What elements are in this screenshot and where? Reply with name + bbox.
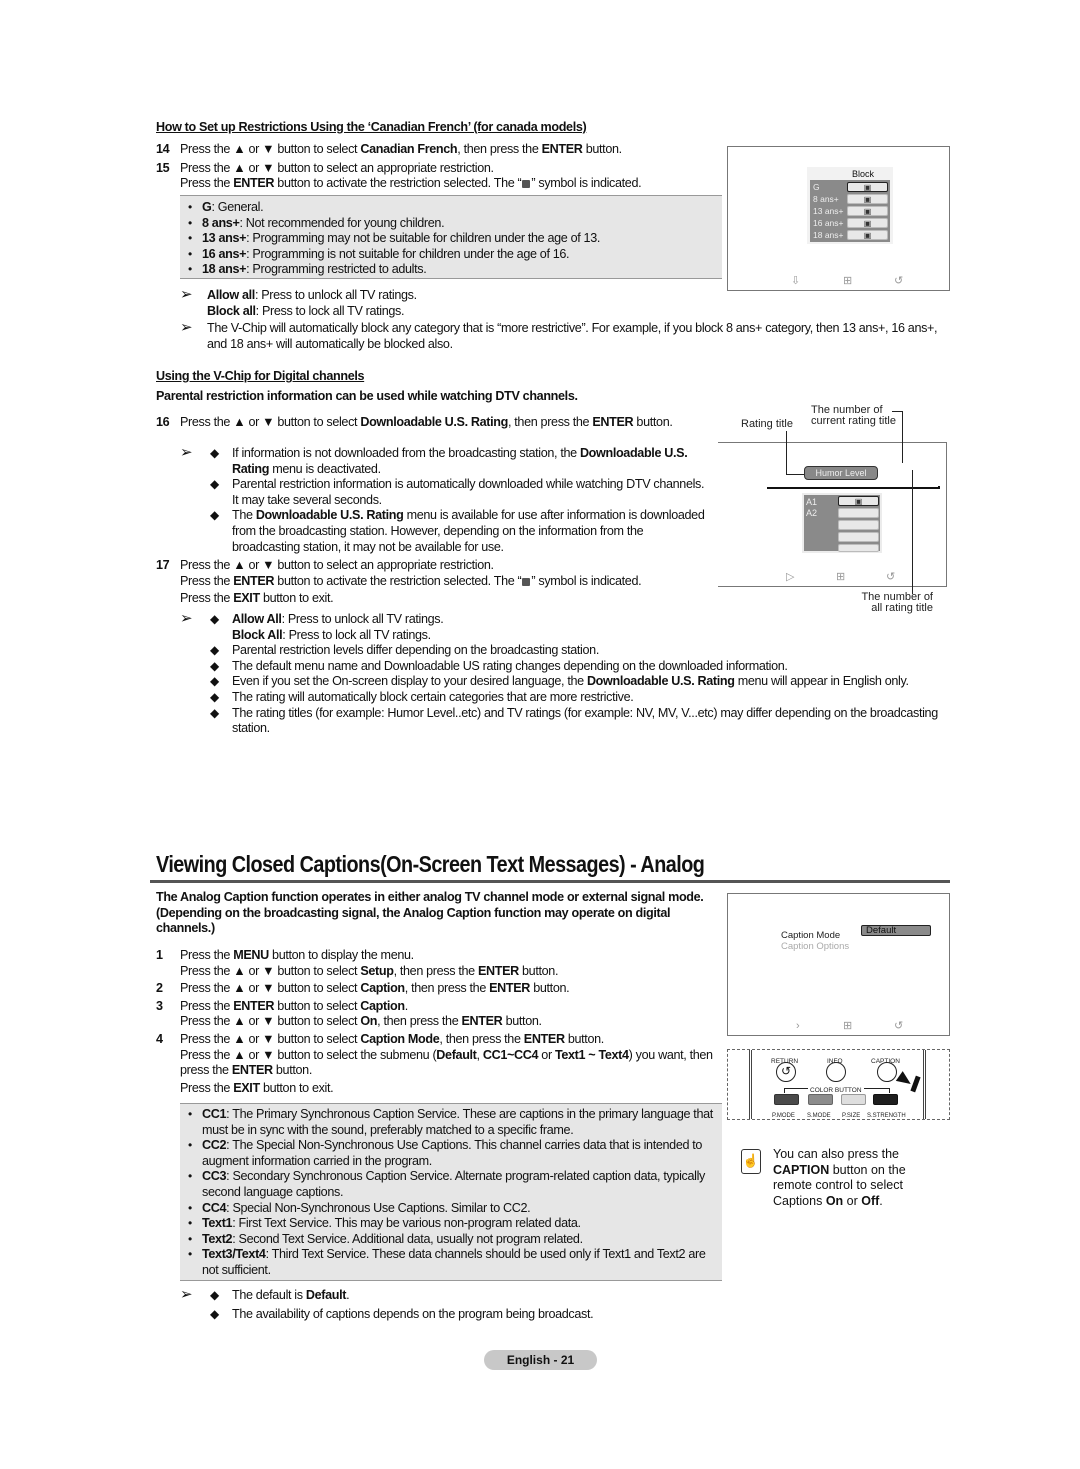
step-2: 2 Press the ▲ or ▼ button to select Capt… (156, 981, 570, 996)
lock-cell-icon[interactable]: ▣ (847, 230, 888, 240)
return-icon: ↺ (894, 1020, 904, 1032)
return-icon: ↺ (886, 571, 896, 583)
page-number-badge: English - 21 (484, 1350, 597, 1370)
rating-item: 13 ans+: Programming may not be suitable… (182, 231, 722, 247)
step-1: 1 Press the MENU button to display the m… (156, 948, 559, 978)
step-17-notes: ➢ ◆ Allow All: Press to unlock all TV ra… (180, 610, 938, 736)
section-heading-vchip-digital: Using the V-Chip for Digital channels (156, 369, 365, 383)
rating-definitions-box: G: General. 8 ans+: Not recommended for … (180, 195, 722, 279)
enter-icon: ⊞ (836, 571, 846, 583)
note-arrow-icon: ➢ (180, 444, 193, 461)
step-14: 14 Press the ▲ or ▼ button to select Can… (156, 142, 622, 156)
callout-current-rating-number: The number of current rating title (811, 404, 896, 427)
diamond-bullet-icon: ◆ (210, 689, 219, 704)
service-item: CC4: Special Non-Synchronous Use Caption… (182, 1201, 722, 1217)
section-subheading-dtv: Parental restriction information can be … (156, 389, 578, 403)
rating-cell[interactable] (838, 508, 879, 518)
callout-line (912, 470, 913, 594)
rating-item: 16 ans+: Programming is not suitable for… (182, 247, 722, 263)
service-item: Text3/Text4: Third Text Service. These d… (182, 1247, 722, 1278)
service-item: CC2: The Special Non-Synchronous Use Cap… (182, 1138, 722, 1169)
return-button[interactable]: ↺ (776, 1062, 796, 1082)
rating-cell[interactable] (838, 544, 879, 552)
callout-line (786, 474, 804, 475)
service-item: CC1: The Primary Synchronous Caption Ser… (182, 1107, 722, 1138)
title-rule (150, 880, 950, 883)
enter-icon: ⊞ (843, 1020, 853, 1032)
rating-item: 8 ans+: Not recommended for young childr… (182, 216, 722, 232)
step-4: 4 Press the ▲ or ▼ button to select Capt… (156, 1031, 713, 1095)
move-icon: › (796, 1020, 800, 1032)
lock-icon (522, 577, 531, 586)
note-arrow-icon: ➢ (180, 610, 193, 627)
service-item: CC3: Secondary Synchronous Caption Servi… (182, 1169, 722, 1200)
callout-rating-title: Rating title (741, 418, 793, 430)
rating-item: 18 ans+: Programming restricted to adult… (182, 262, 722, 278)
caption-button[interactable] (877, 1062, 897, 1082)
diamond-bullet-icon: ◆ (210, 612, 219, 626)
diamond-bullet-icon: ◆ (210, 446, 219, 460)
caption-intro: The Analog Caption function operates in … (156, 890, 704, 936)
lock-cell-icon[interactable]: ▣ (847, 206, 888, 216)
section-heading-canadian-french: How to Set up Restrictions Using the ‘Ca… (156, 120, 587, 134)
rating-cell[interactable] (838, 520, 879, 530)
step-15: 15 Press the ▲ or ▼ button to select an … (156, 160, 642, 191)
diamond-bullet-icon: ◆ (210, 1306, 219, 1321)
block-column-header: Block (852, 169, 875, 179)
callout-all-rating-number: The number of all rating title (861, 591, 933, 614)
service-item: Text1: First Text Service. This may be v… (182, 1216, 722, 1232)
diamond-bullet-icon: ◆ (210, 674, 219, 689)
lock-cell-icon[interactable]: ▣ (847, 218, 888, 228)
move-icon: ▷ (786, 571, 795, 583)
enter-icon: ⊞ (843, 275, 853, 287)
info-button[interactable] (826, 1062, 846, 1082)
note-arrow-icon: ➢ (180, 1286, 193, 1303)
note-arrow-icon: ➢ (180, 319, 193, 337)
rating-item: G: General. (182, 200, 722, 216)
color-button-blue[interactable] (873, 1094, 898, 1105)
diamond-bullet-icon: ◆ (210, 658, 219, 673)
return-icon: ↺ (894, 275, 904, 287)
page-section-title: Viewing Closed Captions(On-Screen Text M… (156, 851, 705, 877)
move-icon: ⇩ (791, 275, 801, 287)
caption-tip: You can also press the CAPTION button on… (773, 1147, 906, 1208)
hand-press-icon: ☝ (741, 1149, 761, 1174)
caption-mode-value[interactable]: Default (861, 925, 931, 936)
diamond-bullet-icon: ◆ (210, 477, 219, 492)
rating-cell[interactable] (838, 532, 879, 542)
menu-item-caption-options[interactable]: Caption Options (781, 941, 849, 952)
remote-control-illustration: RETURN INFO CAPTION ↺ COLOR BUTTON P.MOD… (727, 1049, 950, 1120)
step-16-notes: ➢ ◆ If information is not downloaded fro… (180, 444, 705, 554)
callout-line (902, 411, 903, 463)
tv-screen-canadian-french: Block G 8 ans+ 13 ans+ 16 ans+ 18 ans+ ▣… (727, 146, 950, 291)
diamond-bullet-icon: ◆ (210, 705, 219, 720)
lock-cell-icon[interactable]: ▣ (847, 182, 888, 192)
color-button-green[interactable] (808, 1094, 833, 1105)
diamond-bullet-icon: ◆ (210, 643, 219, 658)
color-button-yellow[interactable] (841, 1094, 866, 1105)
color-button-red[interactable] (774, 1094, 799, 1105)
divider-line (767, 487, 940, 489)
diamond-bullet-icon: ◆ (210, 1288, 219, 1302)
section1-notes: ➢ Allow all: Press to unlock all TV rati… (180, 286, 938, 351)
caption-steps: 1 Press the MENU button to display the m… (156, 948, 726, 1096)
step-3: 3 Press the ENTER button to select Capti… (156, 998, 542, 1029)
menu-item-caption-mode[interactable]: Caption Mode (781, 930, 840, 941)
callout-line (786, 431, 787, 475)
step-17: 17 Press the ▲ or ▼ button to select an … (156, 558, 642, 606)
diamond-bullet-icon: ◆ (210, 508, 219, 523)
lock-icon (522, 180, 531, 189)
tv-screen-caption: Caption Mode Caption Options Default › ⊞… (727, 893, 950, 1036)
lock-cell-icon[interactable]: ▣ (838, 496, 879, 506)
note-arrow-icon: ➢ (180, 286, 193, 303)
steps-14-15: 14 Press the ▲ or ▼ button to select Can… (156, 142, 716, 192)
lock-cell-icon[interactable]: ▣ (847, 194, 888, 204)
caption-services-box: CC1: The Primary Synchronous Caption Ser… (180, 1103, 722, 1281)
callout-line (892, 411, 902, 412)
step-16: 16 Press the ▲ or ▼ button to select Dow… (156, 415, 673, 429)
service-item: Text2: Second Text Service. Additional d… (182, 1232, 722, 1248)
caption-notes: ➢ ◆ The default is Default. ◆ The availa… (180, 1286, 594, 1321)
rating-title-label: Humor Level (804, 466, 878, 480)
